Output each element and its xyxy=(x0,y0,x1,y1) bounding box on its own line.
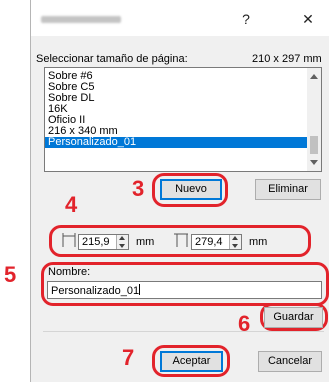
help-button[interactable]: ? xyxy=(231,8,261,30)
width-spinner[interactable] xyxy=(116,235,128,249)
text-caret xyxy=(139,284,141,295)
width-value[interactable]: 215,9 xyxy=(82,236,110,248)
height-input[interactable]: 279,4 xyxy=(191,234,242,250)
step-6-number: 6 xyxy=(238,311,251,336)
height-dimension-icon xyxy=(174,233,188,247)
page-size-list[interactable]: Sobre #6 Sobre C5 Sobre DL 16K Oficio II… xyxy=(44,67,322,172)
list-item-selected[interactable]: Personalizado_01 xyxy=(45,137,307,148)
scroll-thumb[interactable] xyxy=(310,136,318,154)
height-value[interactable]: 279,4 xyxy=(195,236,223,248)
height-unit: mm xyxy=(249,236,268,248)
name-value[interactable]: Personalizado_01 xyxy=(51,284,141,297)
step-5-number: 5 xyxy=(4,262,17,287)
scroll-down-icon[interactable] xyxy=(310,160,318,165)
height-spinner[interactable] xyxy=(229,235,241,249)
title-bar: ? ✕ xyxy=(31,0,329,36)
list-scrollbar[interactable] xyxy=(307,68,321,171)
accept-button[interactable]: Aceptar xyxy=(160,351,223,372)
step-4-number: 4 xyxy=(65,192,78,217)
delete-button[interactable]: Eliminar xyxy=(255,179,321,200)
width-unit: mm xyxy=(136,236,155,248)
new-button[interactable]: Nuevo xyxy=(160,179,222,200)
list-item[interactable]: Sobre DL xyxy=(45,93,307,104)
spin-down-icon[interactable] xyxy=(232,244,238,248)
cancel-button[interactable]: Cancelar xyxy=(258,351,322,372)
separator xyxy=(43,331,324,332)
custom-page-size-dialog: ? ✕ Seleccionar tamaño de página: 210 x … xyxy=(4,0,329,382)
width-input[interactable]: 215,9 xyxy=(78,234,129,250)
name-field[interactable]: Personalizado_01 xyxy=(47,281,322,299)
width-dimension-icon xyxy=(62,233,76,247)
blurred-window-title xyxy=(41,16,121,23)
spin-up-icon[interactable] xyxy=(232,236,238,240)
spin-up-icon[interactable] xyxy=(119,236,125,240)
spin-down-icon[interactable] xyxy=(119,244,125,248)
close-button[interactable]: ✕ xyxy=(293,8,323,30)
page-size-label: Seleccionar tamaño de página: xyxy=(36,53,188,65)
step-3-number: 3 xyxy=(132,176,145,201)
page-size-value: 210 x 297 mm xyxy=(252,53,322,65)
save-button[interactable]: Guardar xyxy=(264,307,323,328)
step-7-number: 7 xyxy=(122,345,135,370)
scroll-up-icon[interactable] xyxy=(310,74,318,79)
name-label: Nombre: xyxy=(48,266,91,278)
